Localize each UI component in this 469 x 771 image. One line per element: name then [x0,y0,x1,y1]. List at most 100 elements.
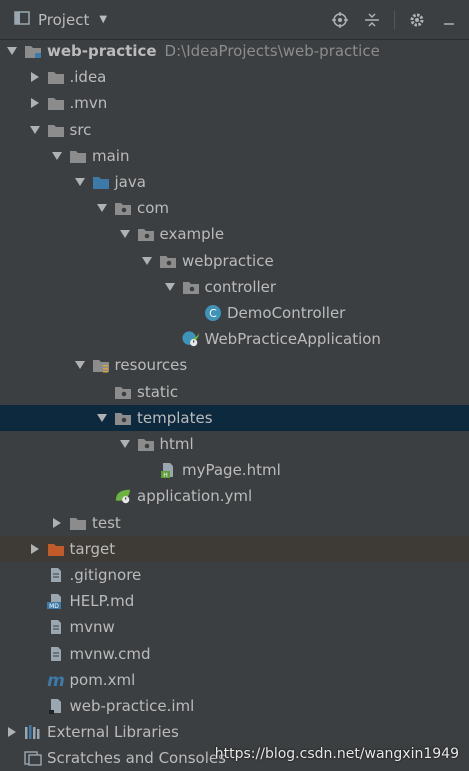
expanded-arrow-icon[interactable] [5,44,19,58]
tree-item-label: External Libraries [47,723,179,741]
tree-item-label: web-practice [47,42,157,60]
tree-item-label: templates [137,409,213,427]
collapsed-arrow-icon[interactable] [28,542,42,556]
no-arrow [28,647,42,661]
text-file-icon [47,567,65,583]
expanded-arrow-icon[interactable] [163,280,177,294]
tree-item[interactable]: WebPracticeApplication [0,326,469,352]
no-arrow [5,751,19,765]
source-folder-icon [92,174,110,190]
expanded-arrow-icon[interactable] [73,358,87,372]
package-icon [114,200,132,216]
package-icon [114,410,132,426]
tree-item-label: static [137,383,179,401]
collapsed-arrow-icon[interactable] [5,725,19,739]
tree-item[interactable]: static [0,379,469,405]
maven-file-icon: m [47,672,65,688]
toolbar-title: Project [38,10,90,29]
package-icon [137,436,155,452]
tree-item[interactable]: HmyPage.html [0,457,469,483]
tree-item-label: application.yml [137,487,253,505]
tree-item[interactable]: .mvn [0,90,469,116]
collapsed-arrow-icon[interactable] [50,516,64,530]
html-file-icon: H [159,462,177,478]
tree-item[interactable]: mvnw.cmd [0,641,469,667]
folder-icon [47,69,65,85]
expanded-arrow-icon[interactable] [118,227,132,241]
java-class-icon: C [204,305,222,321]
tree-item-label: html [159,435,194,453]
iml-file-icon [47,698,65,714]
expanded-arrow-icon[interactable] [140,254,154,268]
module-folder-icon [24,43,42,59]
tree-item-label: .gitignore [69,566,142,584]
no-arrow [163,332,177,346]
folder-icon [69,515,87,531]
tree-item-label: webpractice [182,252,274,270]
collapsed-arrow-icon[interactable] [28,70,42,84]
tree-item[interactable]: main [0,143,469,169]
tree-item[interactable]: com [0,195,469,221]
tree-item[interactable]: mvnw [0,614,469,640]
expanded-arrow-icon[interactable] [28,123,42,137]
tree-item[interactable]: webpractice [0,248,469,274]
watermark: https://blog.csdn.net/wangxin1949 [214,746,459,762]
collapse-all-icon[interactable] [362,10,382,30]
tree-item[interactable]: target [0,536,469,562]
scratches-icon [24,750,42,766]
tree-item-label: .idea [69,68,107,86]
svg-text:m: m [47,672,65,688]
project-view-selector[interactable]: Project ▼ [0,10,107,30]
tree-item-label: target [69,540,116,558]
tree-item[interactable]: java [0,169,469,195]
tree-item[interactable]: External Libraries [0,719,469,745]
toolbar-separator [394,11,395,29]
folder-icon [47,122,65,138]
tree-item[interactable]: src [0,117,469,143]
tree-item[interactable]: test [0,510,469,536]
no-arrow [28,699,42,713]
tree-item[interactable]: html [0,431,469,457]
tree-item[interactable]: resources [0,352,469,378]
project-icon [14,10,30,30]
locate-icon[interactable] [330,10,350,30]
tree-item-label: test [92,514,121,532]
no-arrow [28,673,42,687]
expanded-arrow-icon[interactable] [73,175,87,189]
tree-item-label: java [114,173,146,191]
svg-text:H: H [163,472,168,478]
tree-item[interactable]: MD HELP.md [0,588,469,614]
no-arrow [28,594,42,608]
tree-item[interactable]: web-practice.iml [0,693,469,719]
tree-item[interactable]: C DemoController [0,300,469,326]
resources-folder-icon [92,357,110,373]
tree-item-label: mvnw [69,618,115,636]
tree-item[interactable]: .idea [0,64,469,90]
tree-item-label: controller [204,278,277,296]
collapsed-arrow-icon[interactable] [28,96,42,110]
tree-item-label: com [137,199,170,217]
gear-icon[interactable] [407,10,427,30]
libraries-icon [24,724,42,740]
tree-item-label: .mvn [69,94,108,112]
dropdown-arrow-icon: ▼ [99,14,108,25]
tree-item[interactable]: example [0,221,469,247]
tree-item[interactable]: application.yml [0,483,469,509]
expanded-arrow-icon[interactable] [118,437,132,451]
expanded-arrow-icon[interactable] [50,149,64,163]
tree-item[interactable]: .gitignore [0,562,469,588]
tree-item[interactable]: web-practice D:\IdeaProjects\web-practice [0,38,469,64]
tree-item-label: web-practice.iml [69,697,195,715]
hide-icon[interactable] [439,10,459,30]
spring-yml-icon [114,488,132,504]
tree-item[interactable]: m pom.xml [0,667,469,693]
tree-item-label: Scratches and Consoles [47,749,226,767]
package-icon [114,384,132,400]
tree-item-label: WebPracticeApplication [204,330,381,348]
expanded-arrow-icon[interactable] [95,201,109,215]
tree-item-label: pom.xml [69,671,136,689]
tree-item-label: main [92,147,130,165]
tree-item[interactable]: templates [0,405,469,431]
expanded-arrow-icon[interactable] [95,411,109,425]
tree-item[interactable]: controller [0,274,469,300]
